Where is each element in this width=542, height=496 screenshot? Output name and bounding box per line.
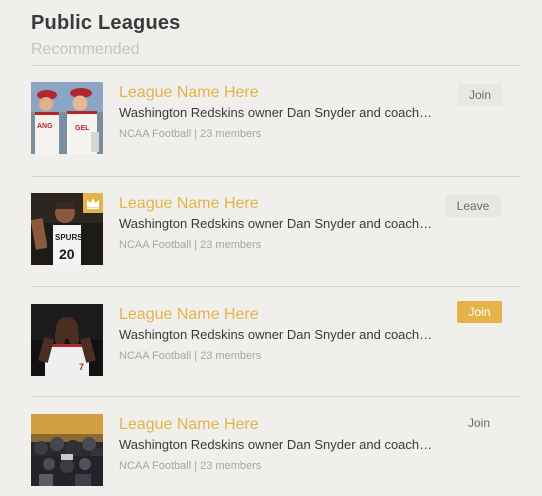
league-members: 23 members — [200, 128, 262, 140]
page-title: Public Leagues — [31, 12, 181, 34]
leave-button[interactable]: Leave — [445, 195, 501, 217]
league-info: League Name Here Washington Redskins own… — [119, 415, 449, 473]
league-item[interactable]: League Name Here Washington Redskins own… — [31, 414, 520, 486]
svg-text:GEL: GEL — [75, 125, 90, 132]
league-info: League Name Here Washington Redskins own… — [119, 194, 449, 252]
divider — [31, 396, 520, 397]
section-subtitle: Recommended — [31, 41, 140, 58]
league-info: League Name Here Washington Redskins own… — [119, 305, 449, 363]
meta-separator: | — [194, 128, 198, 140]
league-description: Washington Redskins owner Dan Snyder and… — [119, 327, 433, 342]
meta-separator: | — [194, 350, 198, 362]
league-name[interactable]: League Name Here — [119, 415, 449, 435]
league-item[interactable]: ANG GEL League Name Here Washington Reds… — [31, 82, 520, 154]
crown-icon — [87, 198, 99, 209]
league-members: 23 members — [200, 239, 262, 251]
section-header: Public Leagues Recommended — [31, 10, 520, 60]
svg-text:7: 7 — [79, 362, 84, 372]
league-info: League Name Here Washington Redskins own… — [119, 83, 449, 141]
league-item[interactable]: SPURS 20 League Name Here Washington Red… — [31, 193, 520, 265]
join-button[interactable]: Join — [457, 301, 502, 323]
league-description: Washington Redskins owner Dan Snyder and… — [119, 437, 433, 452]
divider — [31, 176, 520, 177]
league-meta: NCAA Football | 23 members — [119, 349, 449, 363]
league-name[interactable]: League Name Here — [119, 83, 449, 103]
join-button[interactable]: Join — [457, 412, 501, 434]
meta-separator: | — [194, 239, 198, 251]
league-description: Washington Redskins owner Dan Snyder and… — [119, 105, 433, 120]
league-sport: NCAA Football — [119, 350, 192, 362]
league-photo — [31, 414, 103, 486]
league-meta: NCAA Football | 23 members — [119, 127, 449, 141]
league-description: Washington Redskins owner Dan Snyder and… — [119, 216, 433, 231]
league-meta: NCAA Football | 23 members — [119, 238, 449, 252]
league-item[interactable]: 7 League Name Here Washington Redskins o… — [31, 301, 520, 376]
league-members: 23 members — [200, 350, 262, 362]
league-sport: NCAA Football — [119, 128, 192, 140]
league-meta: NCAA Football | 23 members — [119, 459, 449, 473]
divider — [31, 65, 520, 66]
league-sport: NCAA Football — [119, 239, 192, 251]
svg-text:20: 20 — [59, 246, 75, 262]
league-photo: SPURS 20 — [31, 193, 103, 265]
league-name[interactable]: League Name Here — [119, 305, 449, 325]
divider — [31, 286, 520, 287]
league-sport: NCAA Football — [119, 460, 192, 472]
svg-text:ANG: ANG — [37, 123, 53, 130]
league-photo: ANG GEL — [31, 82, 103, 154]
meta-separator: | — [194, 460, 198, 472]
league-name[interactable]: League Name Here — [119, 194, 449, 214]
league-photo: 7 — [31, 304, 103, 376]
join-button[interactable]: Join — [458, 84, 502, 106]
crown-badge — [83, 193, 103, 213]
league-members: 23 members — [200, 460, 262, 472]
svg-text:SPURS: SPURS — [55, 233, 83, 242]
